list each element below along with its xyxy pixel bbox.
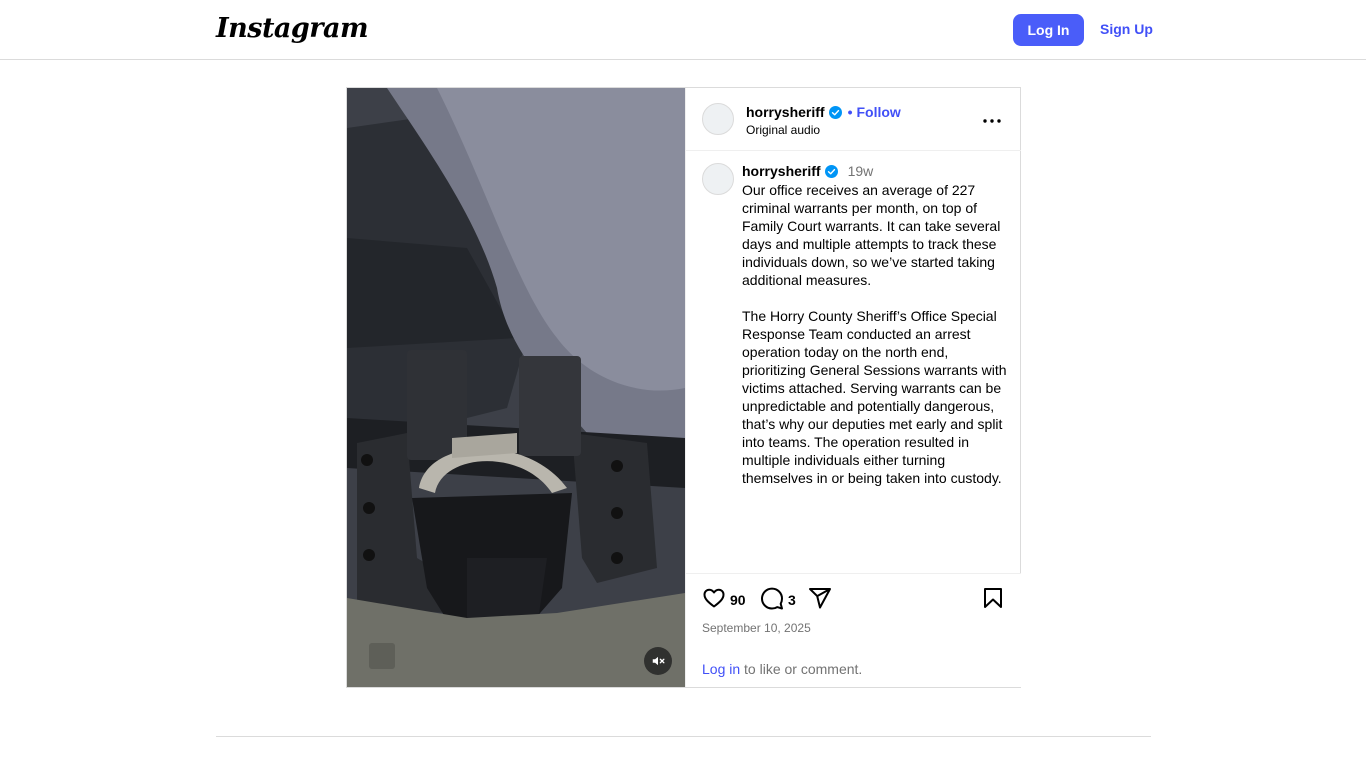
share-paper-plane-icon (808, 586, 832, 615)
share-button[interactable] (808, 586, 832, 615)
signup-link[interactable]: Sign Up (1100, 21, 1153, 37)
audio-label[interactable]: Original audio (746, 123, 820, 137)
caption-header: horrysheriff 19w (742, 163, 873, 179)
author-avatar[interactable] (702, 103, 734, 135)
top-navigation-bar: Instagram Log In Sign Up (0, 0, 1366, 60)
comment-bubble-icon (760, 586, 784, 615)
post-actions: 90 3 September 10, 2025 Log in to like o… (686, 573, 1021, 687)
post-date: September 10, 2025 (702, 621, 811, 635)
heart-icon (702, 586, 726, 615)
login-prompt-text: to like or comment. (740, 661, 863, 677)
caption-avatar[interactable] (702, 163, 734, 195)
like-button[interactable]: 90 (702, 588, 746, 612)
post-header: horrysheriff • Follow Original audio (686, 88, 1021, 151)
post-card: horrysheriff • Follow Original audio hor… (346, 87, 1021, 688)
caption-timestamp: 19w (847, 163, 874, 179)
login-prompt: Log in to like or comment. (702, 661, 862, 677)
caption-username[interactable]: horrysheriff (742, 163, 821, 179)
comment-count: 3 (788, 592, 796, 608)
speaker-muted-icon (651, 654, 665, 668)
mute-toggle-button[interactable] (644, 647, 672, 675)
comment-button[interactable]: 3 (760, 586, 796, 615)
login-to-like-link[interactable]: Log in (702, 661, 740, 677)
login-button[interactable]: Log In (1013, 14, 1084, 46)
author-username[interactable]: horrysheriff (746, 104, 825, 120)
caption-text: Our office receives an average of 227 cr… (742, 182, 1007, 486)
save-button[interactable] (981, 586, 1005, 615)
comments-section[interactable]: horrysheriff 19w Our office receives an … (686, 151, 1021, 573)
verified-badge-icon (824, 164, 838, 178)
follow-button[interactable]: Follow (856, 104, 900, 120)
like-count: 90 (730, 592, 746, 608)
footer-divider (216, 736, 1151, 737)
more-options-button[interactable] (980, 110, 1004, 128)
bookmark-icon (981, 586, 1005, 615)
follow-separator: • (847, 104, 853, 120)
more-options-icon (983, 110, 1001, 128)
verified-badge-icon (828, 105, 842, 119)
video-frame (347, 88, 685, 687)
post-sidebar: horrysheriff • Follow Original audio hor… (685, 88, 1021, 687)
author-info: horrysheriff • Follow (746, 104, 901, 120)
post-video[interactable] (347, 88, 685, 687)
instagram-logo[interactable]: Instagram (216, 13, 369, 44)
